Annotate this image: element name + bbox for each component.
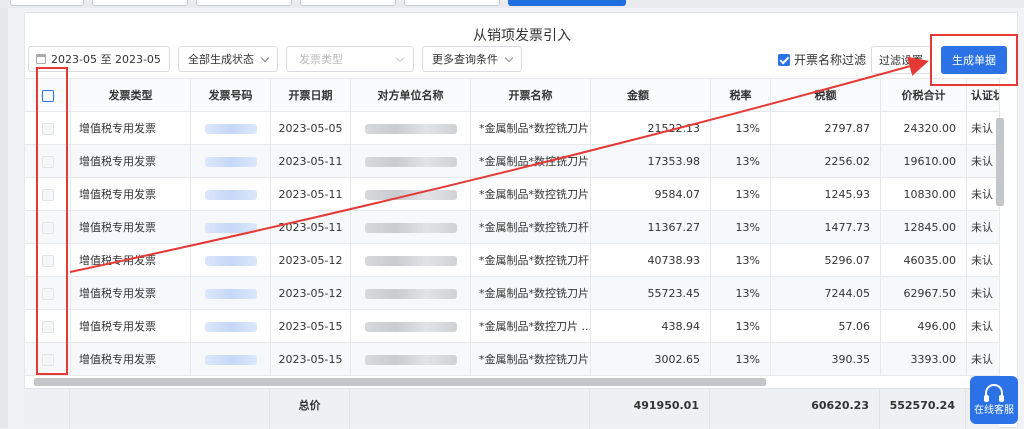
annotation-arrow bbox=[69, 56, 929, 273]
online-service-label: 在线客服 bbox=[974, 405, 1014, 416]
online-service-button[interactable]: 在线客服 bbox=[970, 376, 1018, 424]
arrow-path bbox=[69, 56, 929, 273]
headset-icon bbox=[984, 384, 1004, 402]
